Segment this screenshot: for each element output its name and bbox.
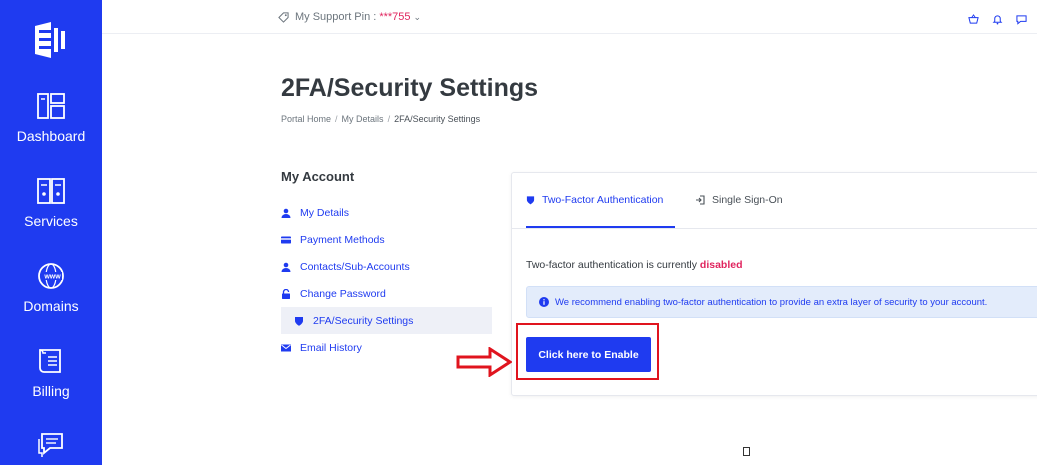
basket-icon[interactable]	[968, 12, 979, 24]
sidebar-item-chat[interactable]	[0, 431, 102, 459]
cursor-icon	[743, 447, 750, 456]
user-icon	[281, 208, 291, 218]
brand-logo-icon[interactable]	[33, 22, 67, 58]
user-icon	[281, 262, 291, 272]
account-item-2fa-security[interactable]: 2FA/Security Settings	[281, 307, 492, 334]
account-item-label: Change Password	[300, 287, 386, 300]
support-pin-label: My Support Pin :	[295, 11, 377, 23]
topbar: My Support Pin : ***755 ⌄	[102, 0, 1037, 34]
breadcrumb-current: 2FA/Security Settings	[394, 114, 481, 124]
account-item-label: Contacts/Sub-Accounts	[300, 260, 410, 273]
sidebar-item-dashboard[interactable]: Dashboard	[0, 92, 102, 144]
my-account-heading: My Account	[281, 169, 355, 184]
lock-icon	[282, 288, 290, 299]
support-pin-value: ***755	[379, 11, 411, 23]
sign-in-icon	[696, 195, 705, 205]
security-tabs: Two-Factor Authentication Single Sign-On	[512, 173, 1037, 229]
account-item-my-details[interactable]: My Details	[281, 199, 492, 226]
tab-label: Two-Factor Authentication	[542, 194, 664, 206]
account-item-payment-methods[interactable]: Payment Methods	[281, 226, 492, 253]
dashboard-icon	[37, 93, 65, 119]
security-settings-card: Two-Factor Authentication Single Sign-On…	[511, 172, 1037, 396]
tab-two-factor-authentication[interactable]: Two-Factor Authentication	[526, 194, 663, 206]
support-pin-dropdown[interactable]: My Support Pin : ***755 ⌄	[278, 11, 421, 23]
www-globe-icon: www	[38, 263, 64, 289]
tab-label: Single Sign-On	[712, 194, 783, 206]
sidebar-item-billing[interactable]: Billing	[0, 347, 102, 399]
breadcrumb: Portal Home / My Details/2FA/Security Sett…	[281, 114, 481, 124]
breadcrumb-my-details[interactable]: My Details	[342, 114, 384, 124]
enable-2fa-button[interactable]: Click here to Enable	[526, 337, 651, 372]
2fa-status-prefix: Two-factor authentication is currently	[526, 259, 697, 271]
sidebar-item-label: Dashboard	[16, 128, 86, 144]
message-icon[interactable]	[1016, 12, 1027, 25]
billing-icon	[39, 349, 61, 373]
info-circle-icon	[539, 297, 549, 307]
account-item-label: 2FA/Security Settings	[313, 314, 414, 327]
envelope-icon	[281, 344, 291, 351]
sidebar-item-domains[interactable]: www Domains	[0, 262, 102, 314]
account-item-contacts[interactable]: Contacts/Sub-Accounts	[281, 253, 492, 280]
shield-icon	[526, 196, 535, 205]
account-menu: My Details Payment Methods Contacts/Sub-…	[281, 199, 492, 361]
sidebar-item-label: Domains	[23, 298, 79, 314]
topbar-icons	[968, 12, 1027, 25]
shield-icon	[295, 316, 303, 326]
account-item-label: Payment Methods	[300, 233, 385, 246]
recommendation-text: We recommend enabling two-factor authent…	[555, 296, 988, 308]
2fa-status-text: Two-factor authentication is currently d…	[526, 259, 743, 271]
annotation-arrow-icon	[456, 347, 512, 377]
active-tab-indicator	[526, 226, 675, 228]
breadcrumb-portal-home[interactable]: Portal Home	[281, 114, 331, 124]
chat-icon	[38, 433, 63, 457]
account-item-change-password[interactable]: Change Password	[281, 280, 492, 307]
sidebar-item-label: Billing	[32, 383, 70, 399]
credit-card-icon	[281, 236, 291, 243]
recommendation-alert: We recommend enabling two-factor authent…	[526, 286, 1037, 318]
2fa-status-value: disabled	[699, 259, 743, 271]
sidebar: Dashboard Services www Domains Billing	[0, 0, 102, 465]
svg-text:www: www	[43, 274, 61, 281]
bell-icon[interactable]	[992, 12, 1003, 25]
sidebar-item-services[interactable]: Services	[0, 177, 102, 229]
chevron-down-icon: ⌄	[413, 11, 422, 22]
account-item-label: Email History	[300, 341, 362, 354]
services-icon	[37, 178, 65, 204]
tab-single-sign-on[interactable]: Single Sign-On	[695, 194, 783, 206]
tag-icon	[278, 11, 289, 23]
sidebar-item-label: Services	[24, 213, 78, 229]
page-title: 2FA/Security Settings	[281, 74, 539, 102]
account-item-label: My Details	[300, 206, 350, 219]
